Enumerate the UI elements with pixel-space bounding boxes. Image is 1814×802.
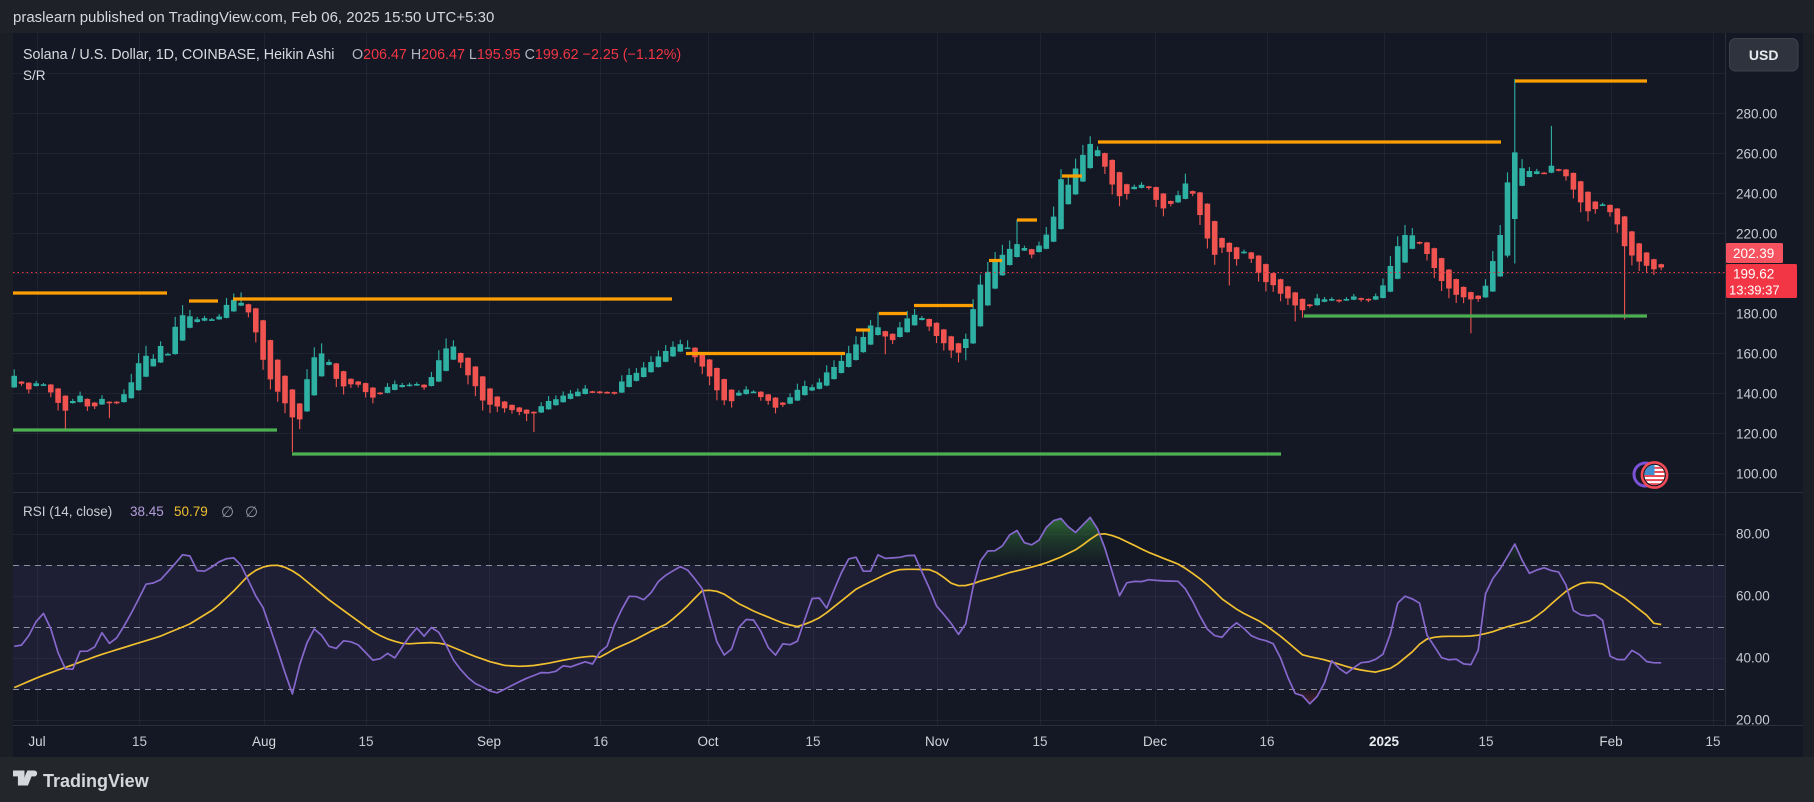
svg-text:praslearn published on Trading: praslearn published on TradingView.com, … bbox=[13, 9, 494, 26]
svg-text:38.45: 38.45 bbox=[130, 504, 164, 519]
svg-text:2025: 2025 bbox=[1369, 734, 1400, 749]
svg-text:15: 15 bbox=[132, 734, 147, 749]
svg-text:Feb: Feb bbox=[1599, 734, 1622, 749]
svg-text:Nov: Nov bbox=[925, 734, 949, 749]
svg-text:15: 15 bbox=[358, 734, 373, 749]
svg-text:Solana / U.S. Dollar, 1D, COIN: Solana / U.S. Dollar, 1D, COINBASE, Heik… bbox=[23, 47, 334, 63]
svg-text:13:39:37: 13:39:37 bbox=[1729, 283, 1780, 298]
svg-text:202.39: 202.39 bbox=[1733, 246, 1774, 261]
svg-text:16: 16 bbox=[593, 734, 608, 749]
svg-text:Jul: Jul bbox=[28, 734, 45, 749]
svg-text:100.00: 100.00 bbox=[1736, 467, 1777, 482]
svg-text:Sep: Sep bbox=[477, 734, 501, 749]
svg-text:40.00: 40.00 bbox=[1736, 651, 1770, 666]
svg-text:220.00: 220.00 bbox=[1736, 227, 1777, 242]
svg-text:260.00: 260.00 bbox=[1736, 147, 1777, 162]
svg-text:16: 16 bbox=[1259, 734, 1274, 749]
svg-text:∅: ∅ bbox=[245, 504, 258, 521]
svg-text:15: 15 bbox=[1705, 734, 1720, 749]
svg-text:∅: ∅ bbox=[221, 504, 234, 521]
svg-text:199.62: 199.62 bbox=[1733, 267, 1774, 282]
svg-text:Oct: Oct bbox=[697, 734, 718, 749]
svg-text:RSI (14, close): RSI (14, close) bbox=[23, 504, 112, 519]
svg-text:20.00: 20.00 bbox=[1736, 713, 1770, 728]
svg-text:140.00: 140.00 bbox=[1736, 387, 1777, 402]
svg-text:15: 15 bbox=[1478, 734, 1493, 749]
svg-text:15: 15 bbox=[805, 734, 820, 749]
svg-text:120.00: 120.00 bbox=[1736, 427, 1777, 442]
svg-text:TradingView: TradingView bbox=[43, 771, 150, 791]
svg-text:15: 15 bbox=[1032, 734, 1047, 749]
svg-text:280.00: 280.00 bbox=[1736, 107, 1777, 122]
svg-text:O206.47 H206.47 L195.95 C199.6: O206.47 H206.47 L195.95 C199.62 −2.25 (−… bbox=[352, 47, 681, 63]
svg-text:80.00: 80.00 bbox=[1736, 527, 1770, 542]
svg-text:160.00: 160.00 bbox=[1736, 347, 1777, 362]
svg-text:S/R: S/R bbox=[23, 68, 46, 83]
svg-text:50.79: 50.79 bbox=[174, 504, 208, 519]
svg-text:60.00: 60.00 bbox=[1736, 589, 1770, 604]
svg-text:180.00: 180.00 bbox=[1736, 307, 1777, 322]
svg-text:240.00: 240.00 bbox=[1736, 187, 1777, 202]
svg-text:Aug: Aug bbox=[252, 734, 276, 749]
svg-text:USD: USD bbox=[1749, 47, 1779, 63]
svg-text:Dec: Dec bbox=[1143, 734, 1167, 749]
